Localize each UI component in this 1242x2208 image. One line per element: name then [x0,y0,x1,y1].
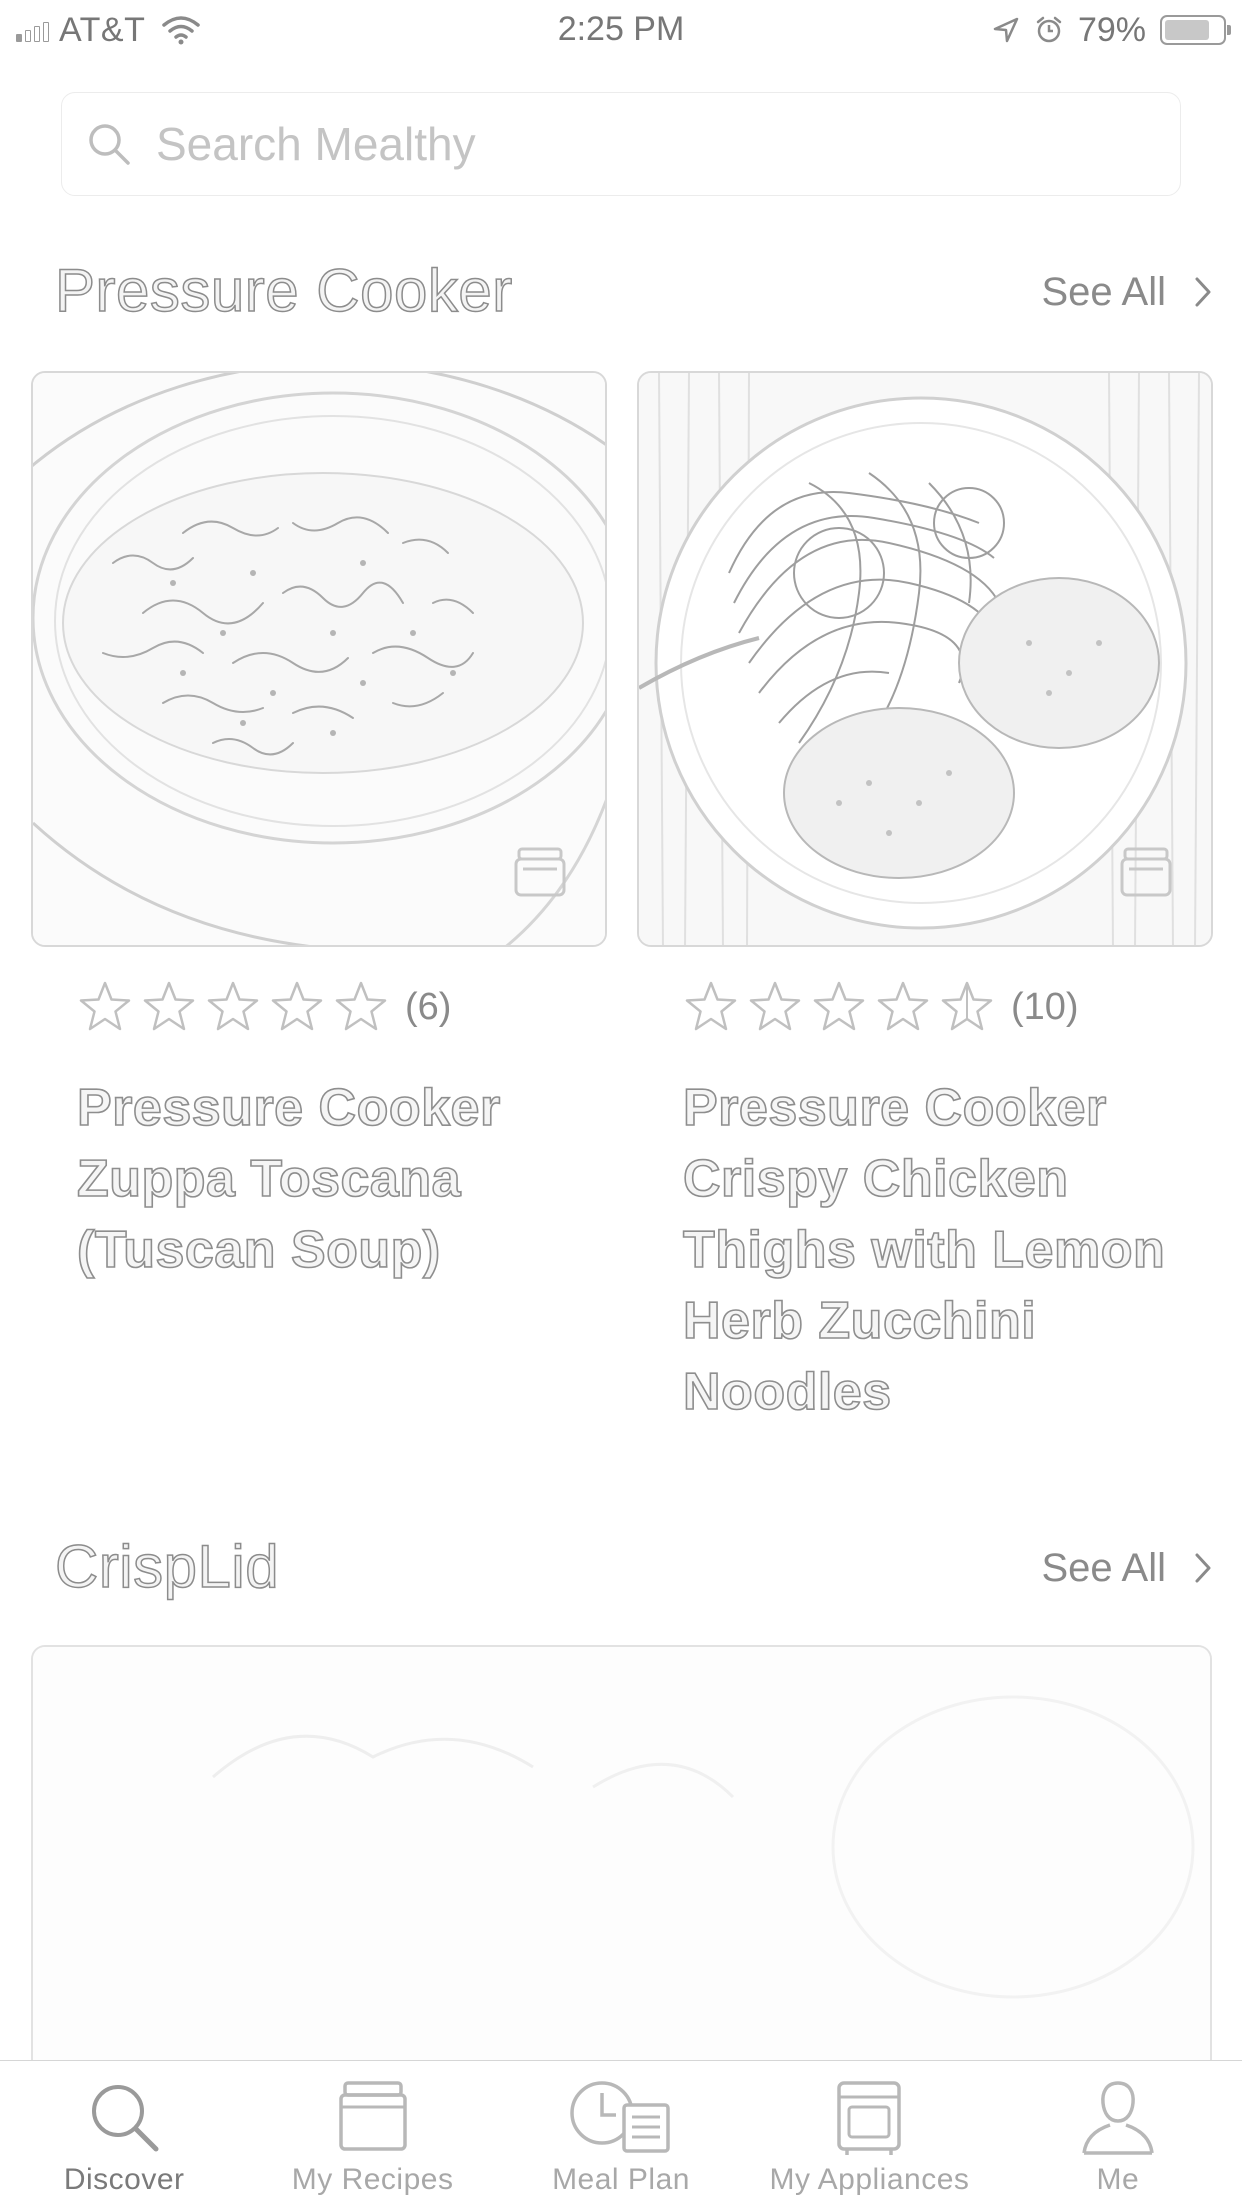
battery-fill [1165,20,1210,40]
see-all-label: See All [1041,1545,1166,1590]
star-rating: (10) [683,977,1213,1037]
see-all-pressure-cooker[interactable]: See All [1041,262,1212,322]
section-title-crisplid: CrispLid [54,1532,280,1601]
recipe-box-icon [338,2081,407,2151]
tab-discover[interactable]: Discover [0,2061,248,2208]
recipe-image-crispy-chicken[interactable] [637,371,1213,947]
tab-meal-plan[interactable]: Meal Plan [497,2061,745,2208]
crisplid-food-illustration [33,1647,1210,2065]
recipe-image-zuppa-toscana[interactable] [31,371,607,947]
chevron-right-icon [1195,1553,1211,1583]
basket-icon[interactable] [1117,843,1175,901]
rating-count: (10) [1011,985,1079,1028]
search-bar[interactable] [61,92,1181,196]
star-icon [143,981,195,1031]
tab-my-appliances[interactable]: My Appliances [745,2061,993,2208]
battery-percent: 79% [1077,10,1146,49]
star-icon [335,981,387,1031]
search-icon [92,2085,159,2152]
clock-list-icon [570,2081,670,2153]
search-icon [89,124,130,165]
star-icon [749,981,801,1031]
recipe-card[interactable]: (10) Pressure Cooker Crispy Chicken Thig… [637,371,1213,1428]
battery-icon [1160,15,1231,45]
person-icon [1082,2081,1154,2155]
search-input[interactable] [154,116,1114,172]
tab-label: My Appliances [769,2163,970,2196]
alarm-icon [1036,16,1062,43]
star-icon [79,981,131,1031]
tab-me[interactable]: Me [994,2061,1242,2208]
recipe-title[interactable]: Pressure Cooker Crispy Chicken Thighs wi… [682,1073,1203,1428]
tab-label: Discover [63,2163,185,2196]
chevron-right-icon [1195,277,1211,307]
half-star-icon [941,981,993,1031]
basket-icon[interactable] [511,843,569,901]
section-title-pressure-cooker: Pressure Cooker [54,256,513,325]
tab-label: Me [1096,2163,1140,2196]
recipe-title[interactable]: Pressure Cooker Zuppa Toscana (Tuscan So… [76,1073,597,1286]
see-all-label: See All [1041,269,1166,314]
tab-bar: Discover My Recipes Meal Plan My Applian… [0,2060,1242,2208]
see-all-crisplid[interactable]: See All [1041,1538,1212,1598]
appliance-icon [837,2081,902,2155]
star-icon [813,981,865,1031]
star-icon [271,981,323,1031]
star-rating: (6) [77,977,607,1037]
rating-count: (6) [405,985,452,1028]
star-icon [877,981,929,1031]
crisplid-recipe-image[interactable] [31,1645,1212,2065]
tab-label: Meal Plan [552,2163,690,2196]
recipe-card[interactable]: (6) Pressure Cooker Zuppa Toscana (Tusca… [31,371,607,1286]
star-icon [207,981,259,1031]
tab-label: My Recipes [291,2163,454,2196]
star-icon [685,981,737,1031]
location-arrow-icon [993,17,1019,43]
tab-my-recipes[interactable]: My Recipes [248,2061,496,2208]
status-bar: AT&T 2:25 PM 79% [0,0,1242,60]
status-right: 79% [992,10,1231,50]
